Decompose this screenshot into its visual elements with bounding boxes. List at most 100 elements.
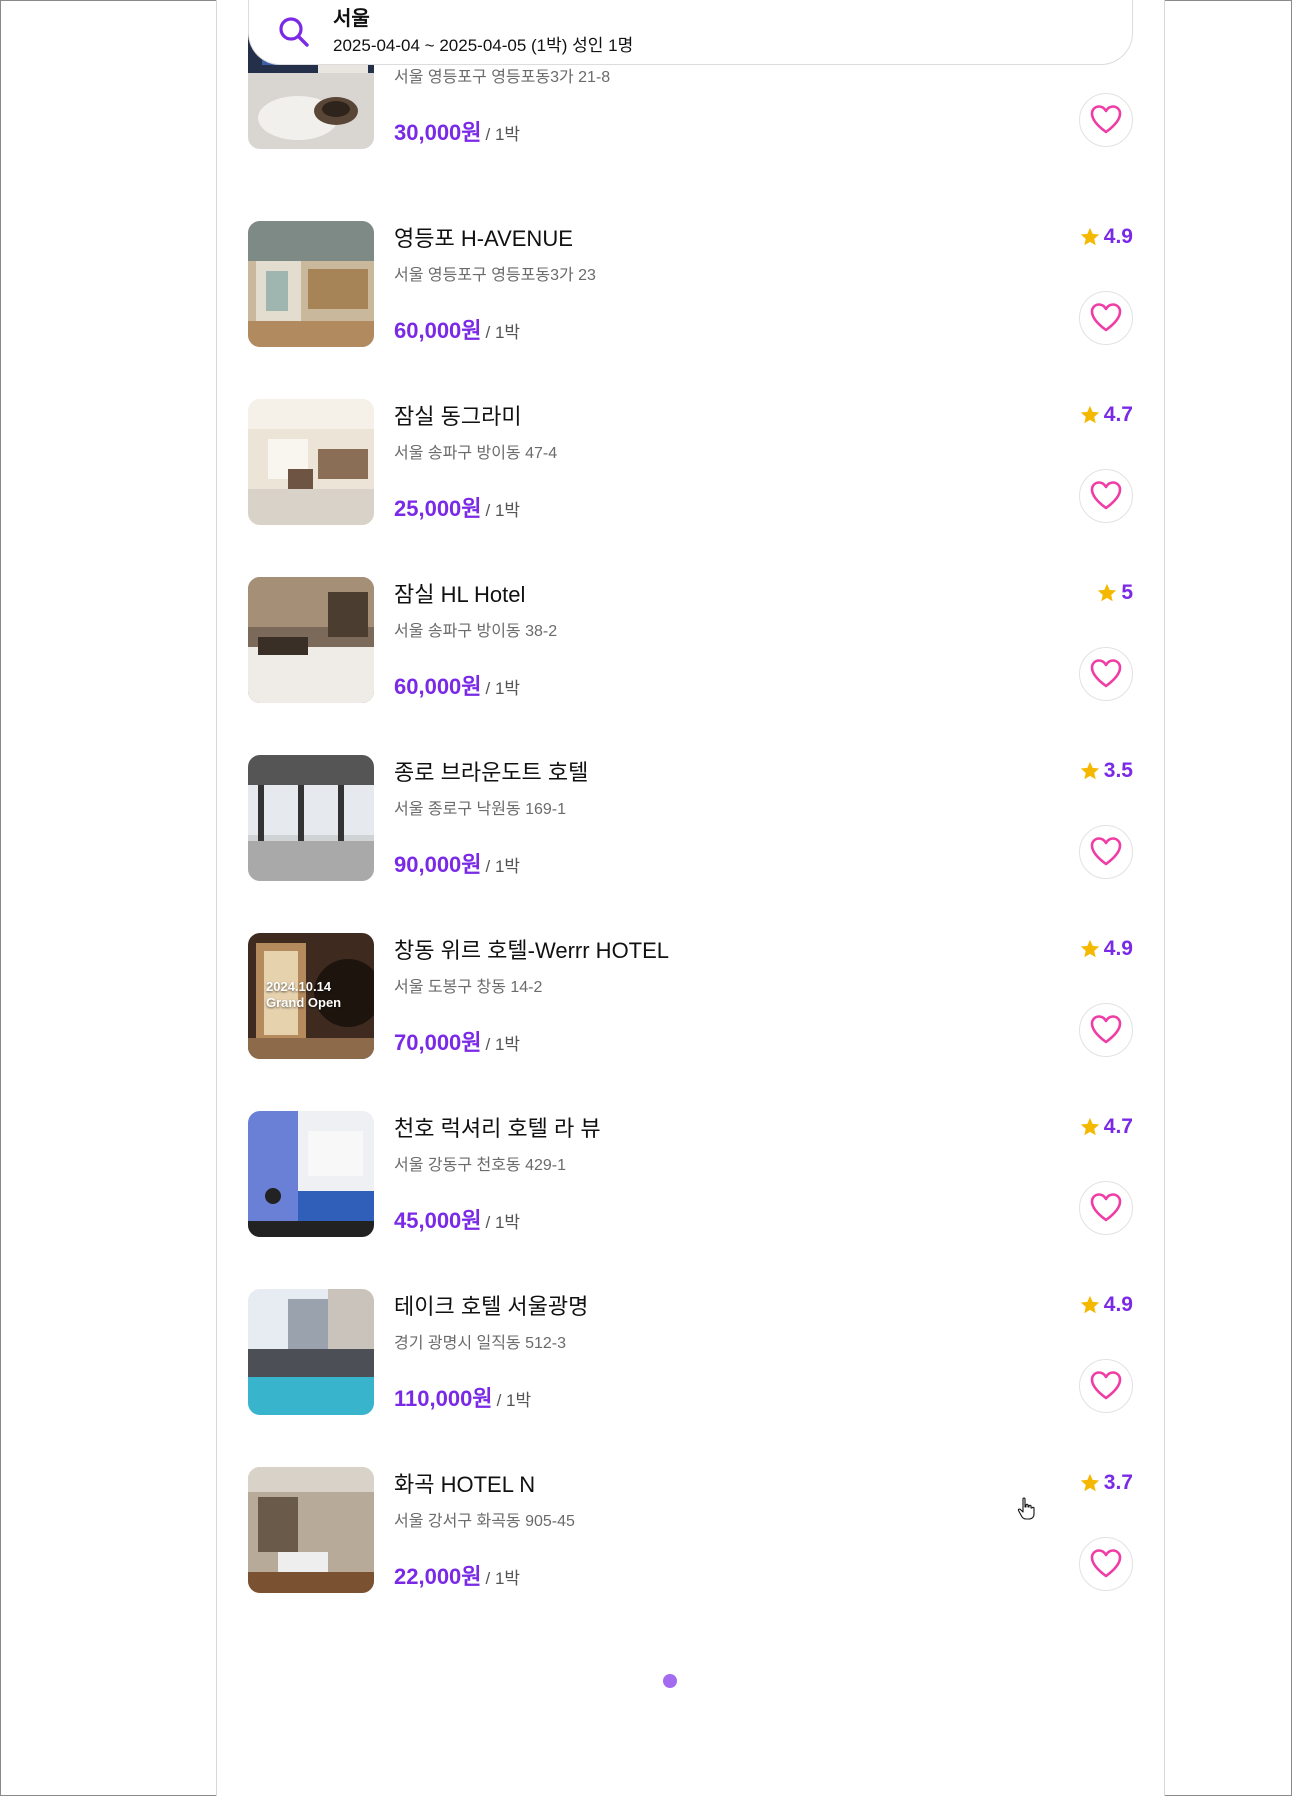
listing-price-line: 25,000원/ 1박 [394,495,520,526]
listing-price-unit: / 1박 [485,679,521,698]
listing-price: 25,000원 [394,496,482,521]
listing-address: 서울 송파구 방이동 47-4 [394,445,558,462]
listing-price: 60,000원 [394,674,482,699]
wishlist-button[interactable] [1079,291,1133,345]
search-location: 서울 [333,7,370,30]
heart-icon [1090,659,1122,688]
listing-rating: 5 [1096,581,1133,605]
listing-name[interactable]: 창동 위르 호텔-Werrr HOTEL [394,937,669,965]
listing-card[interactable]: 영등포 H-AVENUE 서울 영등포구 영등포동3가 23 60,000원 / … [248,221,1133,347]
listing-price-line: 60,000원/ 1박 [394,317,520,348]
heart-icon [1090,1015,1122,1044]
listing-name[interactable]: 영등포 H-AVENUE [394,225,573,253]
listing-address: 서울 강서구 화곡동 905-45 [394,1513,575,1530]
rating-value: 4.9 [1103,1293,1133,1316]
listing-address: 서울 도봉구 창동 14-2 [394,979,543,996]
listing-photo [248,577,374,703]
listing-price: 90,000원 [394,852,482,877]
wishlist-button[interactable] [1079,1537,1133,1591]
search-summary-bar[interactable]: 서울 2025-04-04 ~ 2025-04-05 (1박) 성인 1명 [248,0,1133,65]
listing-card[interactable]: 화곡 HOTEL N 서울 강서구 화곡동 905-45 22,000원/ 1박… [248,1467,1133,1593]
content-border-right [1164,0,1165,1796]
star-icon [1080,405,1099,424]
listing-price-unit: / 1박 [485,1213,521,1232]
listing-address: 서울 종로구 낙원동 169-1 [394,801,567,818]
star-icon [1080,939,1099,958]
listing-price-unit: / 1박 [496,1391,532,1410]
heart-icon [1090,1371,1122,1400]
listing-photo-caption: 2024.10.14 Grand Open [266,979,341,1011]
listing-name[interactable]: 잠실 HL Hotel [394,581,525,609]
listing-price: 110,000원 [394,1386,493,1411]
listing-photo [248,1467,374,1593]
listing-rating: 3.7 [1079,1471,1133,1495]
listing-address: 서울 송파구 방이동 38-2 [394,623,558,640]
listing-price: 45,000원 [394,1208,482,1233]
listing-address: 경기 광명시 일직동 512-3 [394,1335,567,1352]
star-icon [1080,1295,1099,1314]
listing-rating: 4.9 [1079,1293,1133,1317]
listing-price-unit: / 1박 [485,501,521,520]
listing-name[interactable]: 화곡 HOTEL N [394,1471,535,1499]
listing-card[interactable]: 2024.10.14 Grand Open 창동 위르 호텔-Werrr HOT… [248,933,1133,1059]
listing-card[interactable]: 천호 럭셔리 호텔 라 뷰 서울 강동구 천호동 429-1 45,000원 / … [248,1111,1133,1237]
heart-icon [1090,1549,1122,1578]
star-icon [1080,227,1099,246]
listing-price-line: 90,000원/ 1박 [394,851,520,882]
listing-name[interactable]: 잠실 동그라미 [394,403,522,431]
listing-price-unit: / 1박 [485,1035,521,1054]
listing-address: 서울 영등포구 영등포동3가 23 [394,267,596,284]
listing-rating: 4.7 [1079,403,1133,427]
listing-name[interactable]: 천호 럭셔리 호텔 라 뷰 [394,1115,601,1143]
wishlist-button[interactable] [1079,93,1133,147]
heart-icon [1090,105,1122,134]
listing-rating: 4.7 [1079,1115,1133,1139]
listing-rating: 3.5 [1079,759,1133,783]
wishlist-button[interactable] [1079,1359,1133,1413]
pagination-dot-active[interactable] [663,1674,677,1688]
search-summary: 서울 2025-04-04 ~ 2025-04-05 (1박) 성인 1명 [333,7,633,58]
listing-card[interactable]: 잠실 HL Hotel 서울 송파구 방이동 38-2 60,000원/ 1박 … [248,577,1133,703]
caption-text: Grand Open [266,995,342,1010]
listing-price-line: 60,000원/ 1박 [394,673,520,704]
listing-price-line: 22,000원/ 1박 [394,1563,520,1594]
rating-value: 4.7 [1103,1115,1133,1138]
wishlist-button[interactable] [1079,825,1133,879]
listing-name[interactable]: 종로 브라운도트 호텔 [394,759,588,787]
heart-icon [1090,837,1122,866]
listing-price-line: 30,000원/ 1박 [394,119,520,150]
listing-photo [248,1289,374,1415]
wishlist-button[interactable] [1079,469,1133,523]
caption-date: 2024.10.14 [266,979,332,994]
listing-rating: 4.9 [1079,225,1133,249]
listing-card[interactable]: 종로 브라운도트 호텔 서울 종로구 낙원동 169-1 90,000원/ 1박… [248,755,1133,881]
listing-photo [248,399,374,525]
rating-value: 4.9 [1103,225,1133,248]
wishlist-button[interactable] [1079,647,1133,701]
listing-photo [248,221,374,347]
wishlist-button[interactable] [1079,1181,1133,1235]
rating-value: 4.7 [1103,403,1133,426]
listing-price: 30,000원 [394,120,482,145]
listing-card[interactable]: 잠실 동그라미 서울 송파구 방이동 47-4 25,000원/ 1박 4.7 [248,399,1133,525]
heart-icon [1090,481,1122,510]
hand-pointer-cursor-icon [1017,1497,1035,1520]
star-icon [1080,761,1099,780]
listing-card[interactable]: 테이크 호텔 서울광명 경기 광명시 일직동 512-3 110,000원/ 1… [248,1289,1133,1415]
rating-value: 3.5 [1103,759,1133,782]
listing-price-line: 70,000원/ 1박 [394,1029,520,1060]
heart-icon [1090,1193,1122,1222]
listing-price-unit: / 1박 [485,125,521,144]
listing-price: 22,000원 [394,1564,482,1589]
rating-value: 3.7 [1103,1471,1133,1494]
listing-address: 서울 영등포구 영등포동3가 21-8 [394,69,611,86]
listing-address: 서울 강동구 천호동 429-1 [394,1157,567,1174]
listing-rating: 4.9 [1079,937,1133,961]
listing-name[interactable]: 테이크 호텔 서울광명 [394,1293,588,1321]
listing-price: 70,000원 [394,1030,482,1055]
listing-price-unit: / 1박 [485,1569,521,1588]
star-icon [1080,1117,1099,1136]
listing-price-line: 110,000원/ 1박 [394,1385,531,1416]
wishlist-button[interactable] [1079,1003,1133,1057]
listing-price: 60,000원 [394,318,482,343]
